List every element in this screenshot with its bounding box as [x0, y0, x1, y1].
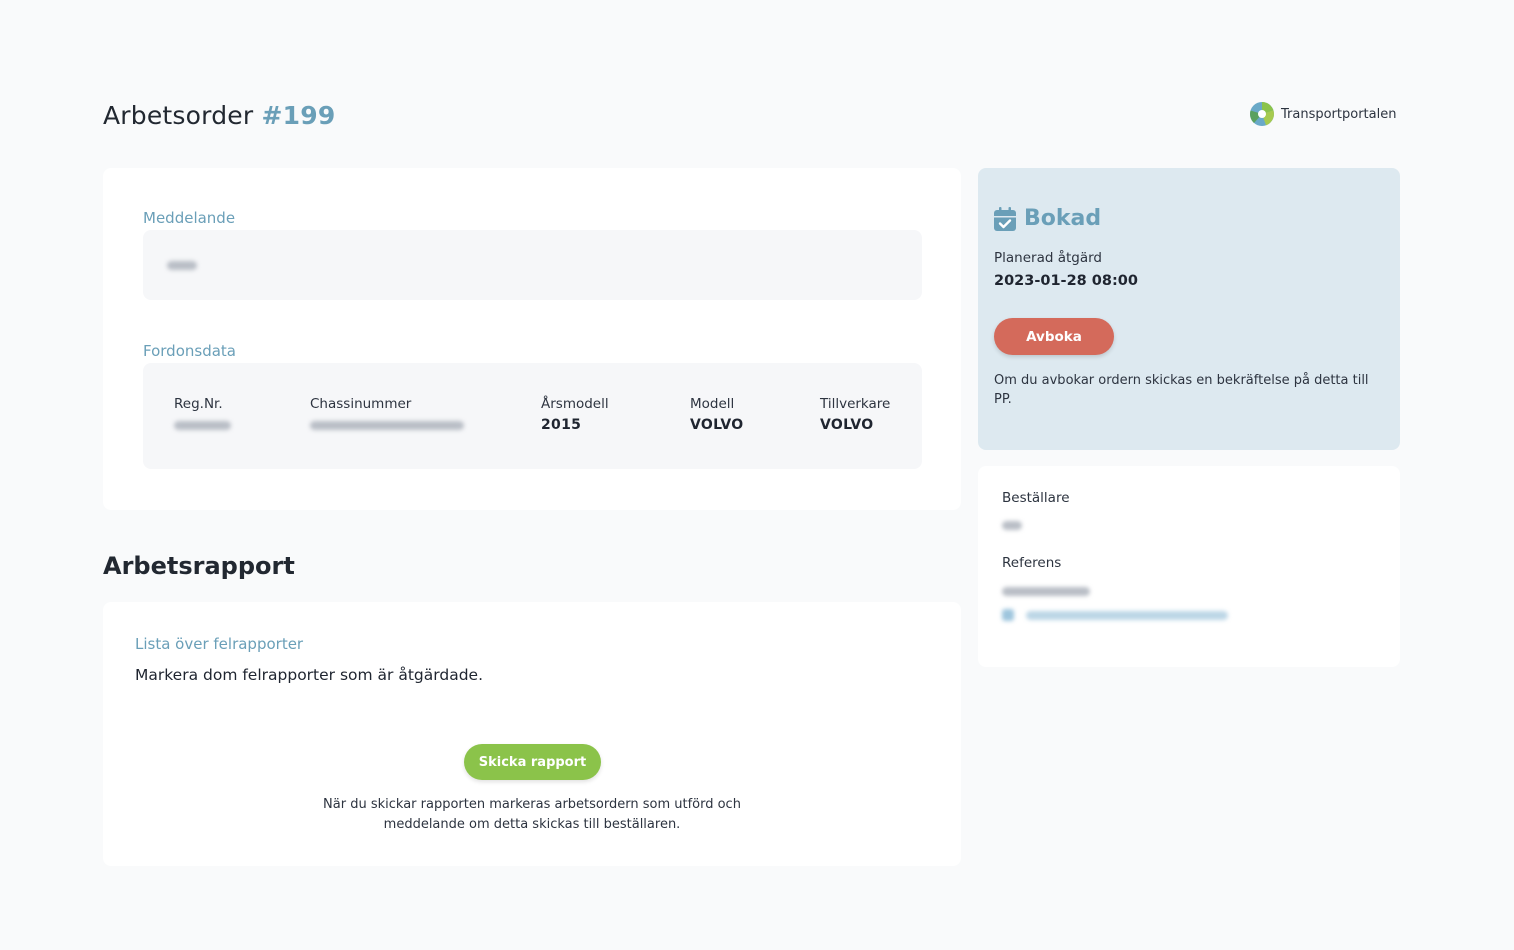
work-report-title: Arbetsrapport	[103, 552, 295, 580]
order-number: #199	[261, 101, 336, 130]
page-title: Arbetsorder #199	[103, 101, 335, 130]
page-title-text: Arbetsorder	[103, 101, 254, 130]
manufacturer-value: VOLVO	[820, 417, 874, 433]
reg-nr-redacted-value	[174, 421, 231, 430]
vehicle-data-box: Reg.Nr. Chassinummer Årsmodell 2015 Mode…	[143, 363, 922, 469]
reg-nr-label: Reg.Nr.	[174, 396, 223, 412]
status-label: Bokad	[1024, 206, 1102, 231]
orderer-redacted-value	[1002, 521, 1022, 530]
reference-redacted-name	[1002, 587, 1090, 596]
message-box	[143, 230, 922, 300]
transportportalen-logo-icon	[1250, 102, 1274, 126]
cancel-booking-button[interactable]: Avboka	[994, 318, 1114, 355]
planned-action-date: 2023-01-28 08:00	[994, 273, 1138, 289]
brand-logo[interactable]: Transportportalen	[1249, 101, 1396, 127]
brand-name: Transportportalen	[1281, 106, 1397, 122]
order-details-card: Meddelande Fordonsdata Reg.Nr. Chassinum…	[103, 168, 961, 510]
planned-action-label: Planerad åtgärd	[994, 250, 1102, 266]
email-icon	[1002, 609, 1014, 621]
vehicle-data-label: Fordonsdata	[143, 342, 236, 360]
reference-redacted-email-link[interactable]	[1026, 611, 1228, 620]
message-redacted-text	[167, 261, 197, 270]
fault-report-instruction: Markera dom felrapporter som är åtgärdad…	[135, 666, 484, 684]
send-report-note: När du skickar rapporten markeras arbets…	[323, 797, 741, 832]
manufacturer-label: Tillverkare	[820, 396, 891, 412]
chassis-number-redacted-value	[310, 421, 464, 430]
chassis-number-label: Chassinummer	[310, 396, 412, 412]
booking-status-card: Bokad Planerad åtgärd 2023-01-28 08:00 A…	[978, 168, 1400, 450]
cancel-booking-note: Om du avbokar ordern skickas en bekräfte…	[994, 373, 1369, 407]
model-value: VOLVO	[690, 417, 744, 433]
orderer-label: Beställare	[1002, 490, 1070, 506]
reference-label: Referens	[1002, 555, 1062, 571]
orderer-info-card: Beställare Referens	[978, 466, 1400, 667]
work-report-card: Lista över felrapporter Markera dom felr…	[103, 602, 961, 866]
model-year-label: Årsmodell	[541, 396, 609, 412]
message-label: Meddelande	[143, 209, 236, 227]
calendar-check-icon	[994, 206, 1016, 231]
fault-report-list-title: Lista över felrapporter	[135, 635, 304, 653]
send-report-button[interactable]: Skicka rapport	[464, 744, 601, 780]
model-year-value: 2015	[541, 417, 582, 433]
model-label: Modell	[690, 396, 735, 412]
status-header: Bokad	[994, 206, 1101, 231]
